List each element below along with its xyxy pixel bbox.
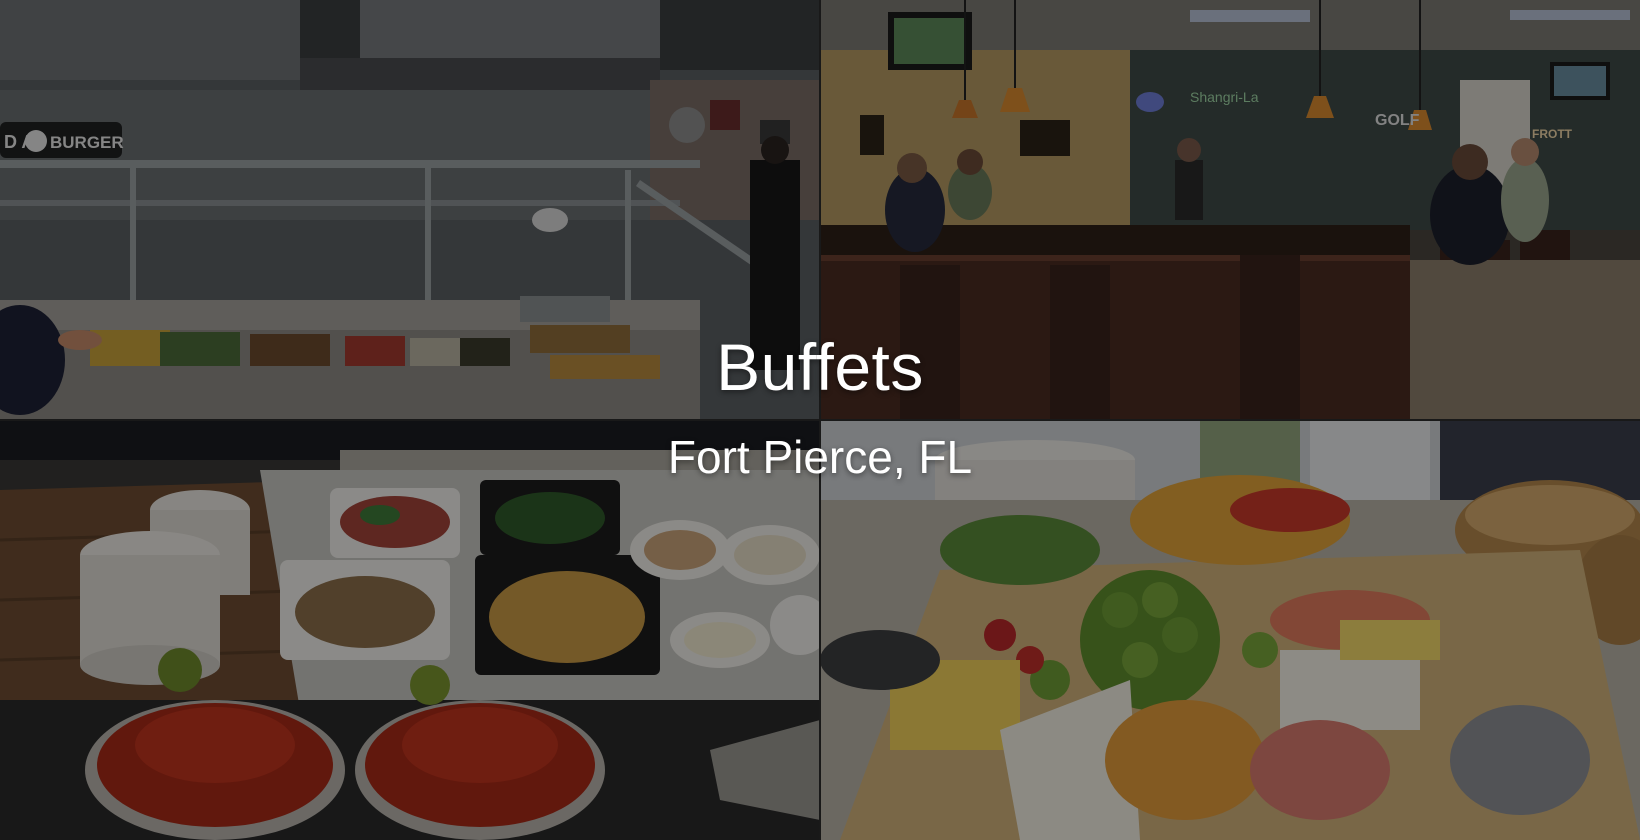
svg-text:GOLF: GOLF <box>1375 112 1420 129</box>
buffet-line-image: D A BURGER <box>0 0 820 420</box>
collage-divider-horizontal <box>0 419 1640 421</box>
seafood-buffet-image <box>0 420 820 840</box>
fruit-cheese-image <box>820 420 1640 840</box>
photo-buffet-line: D A BURGER <box>0 0 820 420</box>
svg-text:FROTT: FROTT <box>1532 127 1573 141</box>
svg-text:Shangri-La: Shangri-La <box>1190 89 1259 105</box>
svg-text:BURGER: BURGER <box>50 133 124 152</box>
photo-seafood-buffet <box>0 420 820 840</box>
photo-fruit-cheese-platter <box>820 420 1640 840</box>
bar-interior-image: Shangri-La GOLF FROTT <box>820 0 1640 420</box>
photo-bar-interior: Shangri-La GOLF FROTT <box>820 0 1640 420</box>
hero-banner: D A BURGER Shangri-La GOLF FROTT Buffets… <box>0 0 1640 840</box>
